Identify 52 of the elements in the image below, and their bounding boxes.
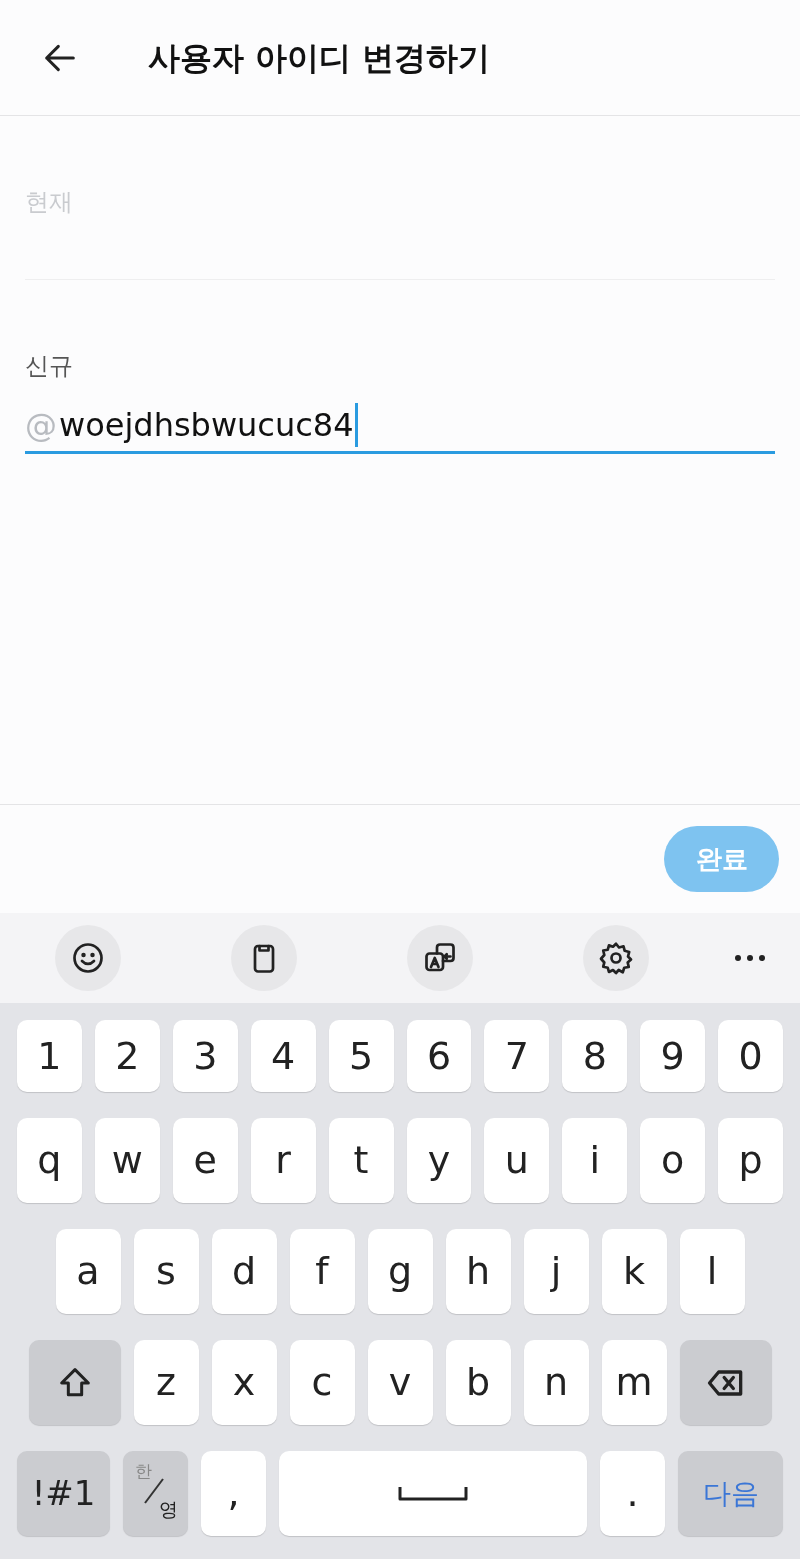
new-id-value: woejdhsbwucuc84 <box>59 404 354 446</box>
key[interactable]: w <box>94 1118 160 1203</box>
key[interactable]: 1 <box>17 1020 82 1092</box>
settings-icon <box>598 940 634 976</box>
key[interactable]: a <box>55 1229 121 1314</box>
language-key[interactable]: 한 영 <box>123 1451 188 1536</box>
key[interactable]: , <box>201 1451 266 1536</box>
key[interactable]: . <box>600 1451 665 1536</box>
key[interactable]: v <box>367 1340 433 1425</box>
key[interactable]: y <box>406 1118 472 1203</box>
more-icon <box>734 954 766 962</box>
key[interactable]: u <box>484 1118 550 1203</box>
key[interactable]: e <box>172 1118 238 1203</box>
key[interactable]: l <box>679 1229 745 1314</box>
key[interactable]: 2 <box>94 1020 160 1092</box>
key[interactable]: 7 <box>484 1020 550 1092</box>
shift-key[interactable] <box>28 1340 121 1425</box>
key[interactable]: r <box>250 1118 316 1203</box>
new-label: 신규 <box>25 351 74 382</box>
key[interactable]: d <box>211 1229 277 1314</box>
key[interactable]: c <box>289 1340 355 1425</box>
key[interactable]: 9 <box>640 1020 706 1092</box>
key[interactable]: o <box>640 1118 706 1203</box>
key[interactable]: i <box>562 1118 628 1203</box>
page-title: 사용자 아이디 변경하기 <box>148 37 491 79</box>
key[interactable]: b <box>445 1340 511 1425</box>
key[interactable]: p <box>718 1118 784 1203</box>
key[interactable]: j <box>523 1229 589 1314</box>
backspace-key[interactable] <box>679 1340 772 1425</box>
key[interactable]: 0 <box>718 1020 784 1092</box>
key[interactable]: 8 <box>562 1020 628 1092</box>
smiley-icon <box>70 940 106 976</box>
key[interactable]: m <box>601 1340 667 1425</box>
space-icon <box>398 1484 468 1503</box>
new-id-field[interactable]: @woejdhsbwucuc84 <box>25 398 775 454</box>
key[interactable]: k <box>601 1229 667 1314</box>
key[interactable]: q <box>16 1118 82 1203</box>
key[interactable]: g <box>367 1229 433 1314</box>
key[interactable]: f <box>289 1229 355 1314</box>
at-prefix: @ <box>25 404 57 446</box>
key[interactable]: n <box>523 1340 589 1425</box>
key[interactable]: s <box>133 1229 199 1314</box>
key[interactable]: 4 <box>250 1020 316 1092</box>
key[interactable]: x <box>211 1340 277 1425</box>
key[interactable]: t <box>328 1118 394 1203</box>
key[interactable]: 6 <box>406 1020 472 1092</box>
key[interactable]: z <box>133 1340 199 1425</box>
text-cursor <box>354 402 358 447</box>
key[interactable]: 3 <box>172 1020 238 1092</box>
key[interactable]: h <box>445 1229 511 1314</box>
symbols-key[interactable]: !#1 <box>17 1451 110 1536</box>
key[interactable]: 5 <box>328 1020 394 1092</box>
